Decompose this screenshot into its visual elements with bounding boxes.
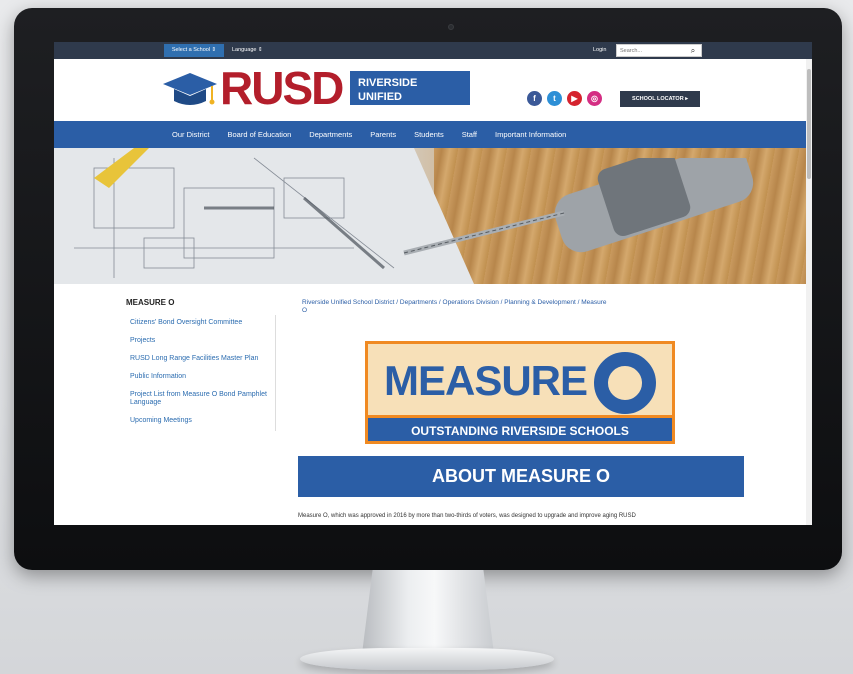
sidebar-list: Citizens' Bond Oversight Committee Proje…: [126, 315, 276, 431]
search-icon[interactable]: ⌕: [687, 45, 699, 56]
browser-viewport: Select a School ⇕ Language ⇕ Login ⌕ RUS…: [54, 42, 812, 525]
logo-line-1: RIVERSIDE UNIFIED: [358, 77, 418, 103]
youtube-icon[interactable]: ▶: [567, 91, 582, 106]
sidebar-item-bond-oversight[interactable]: Citizens' Bond Oversight Committee: [126, 315, 267, 333]
facebook-icon[interactable]: f: [527, 91, 542, 106]
search-box: ⌕: [616, 44, 702, 57]
utility-bar: Select a School ⇕ Language ⇕ Login ⌕: [54, 42, 812, 59]
monitor-stand-neck: [362, 570, 494, 654]
sidebar-item-project-list[interactable]: Project List from Measure O Bond Pamphle…: [126, 387, 267, 413]
nav-parents[interactable]: Parents: [370, 121, 396, 148]
scrollbar[interactable]: [806, 59, 812, 525]
sidebar-item-projects[interactable]: Projects: [126, 333, 267, 351]
camera-icon: [448, 24, 454, 30]
scrollbar-thumb[interactable]: [807, 69, 811, 179]
school-locator-button[interactable]: SCHOOL LOCATOR ▸: [620, 91, 700, 107]
rusd-logo-text[interactable]: RUSD: [220, 63, 344, 113]
twitter-icon[interactable]: t: [547, 91, 562, 106]
body-paragraph: Measure O, which was approved in 2016 by…: [298, 513, 636, 519]
main-nav: Our District Board of Education Departme…: [54, 121, 812, 148]
sidebar: MEASURE O Citizens' Bond Oversight Commi…: [126, 298, 276, 431]
nav-departments[interactable]: Departments: [309, 121, 352, 148]
measure-o-letter: O: [594, 352, 656, 414]
nav-staff[interactable]: Staff: [462, 121, 477, 148]
sidebar-item-master-plan[interactable]: RUSD Long Range Facilities Master Plan: [126, 351, 267, 369]
language-dropdown[interactable]: Language ⇕: [232, 44, 263, 57]
nav-board-of-education[interactable]: Board of Education: [228, 121, 292, 148]
sidebar-item-upcoming-meetings[interactable]: Upcoming Meetings: [126, 413, 267, 431]
site-header: RUSD RIVERSIDE UNIFIED SCHOOL DISTRICT f…: [54, 59, 812, 121]
drill-illustration: [403, 158, 754, 256]
instagram-icon[interactable]: ◎: [587, 91, 602, 106]
sidebar-title: MEASURE O: [126, 298, 175, 307]
hero-banner-image: [54, 148, 812, 284]
nav-our-district[interactable]: Our District: [172, 121, 210, 148]
nav-important-information[interactable]: Important Information: [495, 121, 566, 148]
measure-o-logo: MEASURE O OUTSTANDING RIVERSIDE SCHOOLS: [365, 341, 675, 444]
measure-tagline: OUTSTANDING RIVERSIDE SCHOOLS: [368, 415, 672, 441]
search-input[interactable]: [620, 45, 684, 56]
measure-word: MEASURE: [384, 357, 588, 404]
select-school-dropdown[interactable]: Select a School ⇕: [164, 44, 224, 57]
monitor-frame: Select a School ⇕ Language ⇕ Login ⌕ RUS…: [14, 8, 842, 570]
nav-students[interactable]: Students: [414, 121, 444, 148]
district-name-logo[interactable]: RIVERSIDE UNIFIED SCHOOL DISTRICT: [350, 71, 470, 117]
monitor-stand-base: [300, 648, 554, 670]
sidebar-item-public-information[interactable]: Public Information: [126, 369, 267, 387]
login-link[interactable]: Login: [593, 44, 606, 57]
about-measure-heading: ABOUT MEASURE O: [298, 456, 744, 497]
graduation-cap-icon: [163, 73, 217, 105]
logo-line-2: SCHOOL DISTRICT: [358, 105, 459, 117]
breadcrumb[interactable]: Riverside Unified School District / Depa…: [302, 299, 612, 315]
